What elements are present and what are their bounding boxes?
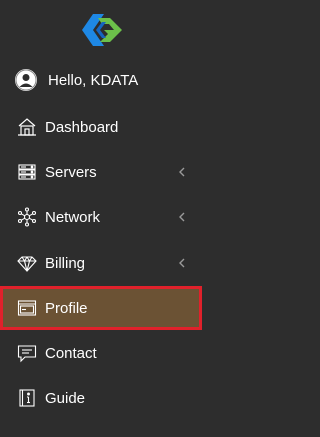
chevron-left-icon[interactable] bbox=[178, 258, 186, 268]
kdata-logo[interactable] bbox=[76, 8, 128, 52]
home-icon bbox=[16, 116, 38, 138]
server-icon bbox=[16, 161, 38, 183]
chevron-left-icon[interactable] bbox=[178, 167, 186, 177]
diamond-icon bbox=[16, 252, 38, 274]
chevron-left-icon[interactable] bbox=[178, 212, 186, 222]
sidebar-item-label: Dashboard bbox=[45, 118, 119, 136]
sidebar-item-label: Servers bbox=[45, 163, 97, 181]
user-greeting-row[interactable]: Hello, KDATA bbox=[0, 58, 202, 102]
user-greeting: Hello, KDATA bbox=[48, 71, 139, 89]
sidebar-item-contact[interactable]: Contact bbox=[0, 331, 202, 375]
sidebar-item-label: Guide bbox=[45, 389, 86, 407]
sidebar-item-dashboard[interactable]: Dashboard bbox=[0, 105, 202, 149]
sidebar-item-label: Profile bbox=[45, 299, 88, 317]
network-icon bbox=[16, 206, 38, 228]
sidebar-item-servers[interactable]: Servers bbox=[0, 150, 202, 194]
user-avatar-icon bbox=[15, 69, 37, 91]
sidebar-item-profile[interactable]: Profile bbox=[0, 286, 202, 330]
info-book-icon bbox=[16, 387, 38, 409]
window-icon bbox=[16, 297, 38, 319]
sidebar-item-billing[interactable]: Billing bbox=[0, 241, 202, 285]
sidebar-item-label: Billing bbox=[45, 254, 86, 272]
chat-icon bbox=[16, 342, 38, 364]
sidebar-item-network[interactable]: Network bbox=[0, 195, 202, 239]
sidebar-item-label: Contact bbox=[45, 344, 97, 362]
sidebar-item-label: Network bbox=[45, 208, 101, 226]
sidebar-item-guide[interactable]: Guide bbox=[0, 376, 202, 420]
